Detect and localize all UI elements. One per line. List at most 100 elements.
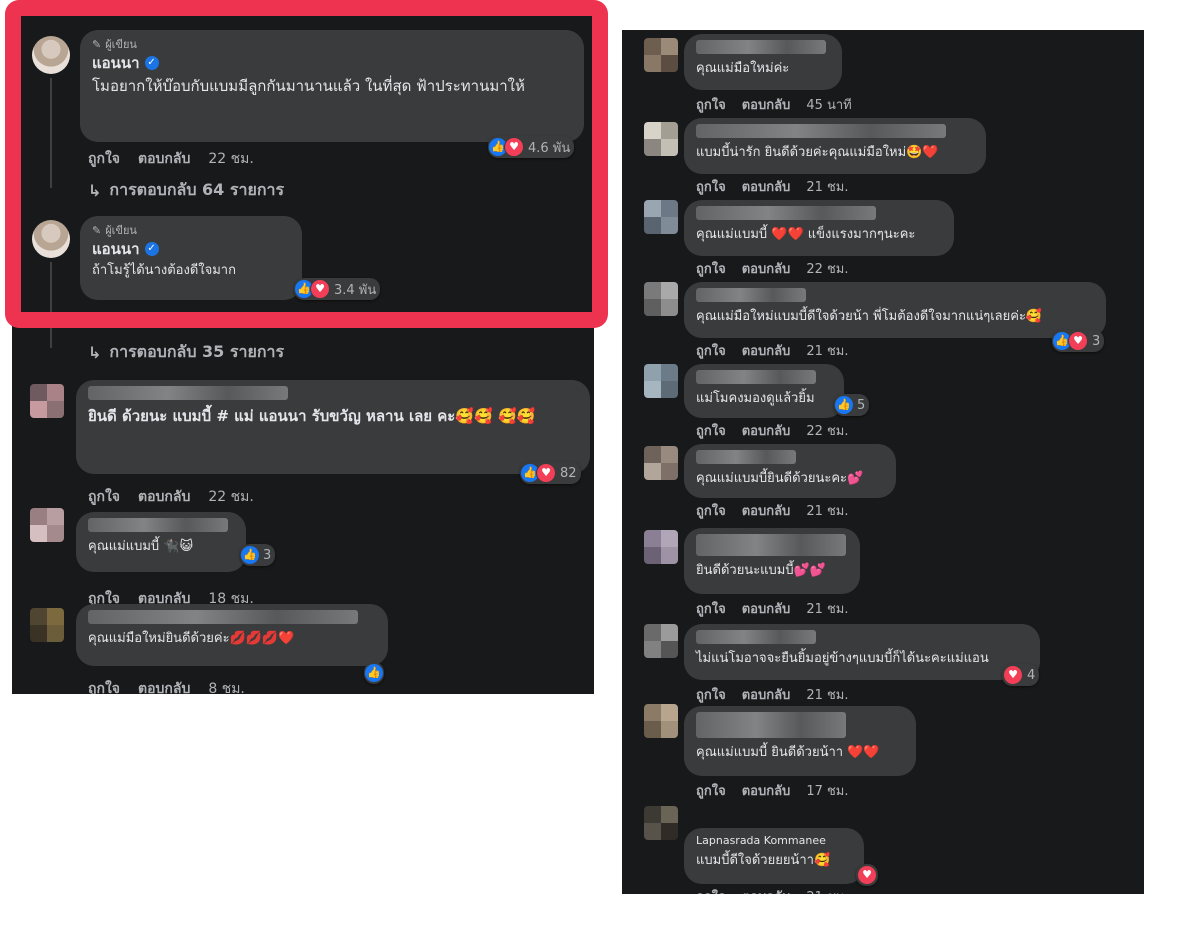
author-comment-1: ✎ ผู้เขียน แอนนา ✓ โมอยากให้บ๊อบกับแบมมี… (12, 14, 594, 214)
comment-bubble: แบมบี้น่ารัก ยินดีด้วยค่ะคุณแม่มือใหม่🤩❤… (684, 118, 986, 174)
avatar[interactable] (644, 806, 678, 840)
comment: ยินดี ด้วยนะ แบมบี้ # แม่ แอนนา รับขวัญ … (12, 376, 594, 505)
reply-button[interactable]: ตอบกลับ (742, 886, 791, 894)
comment-bubble: ไม่แน่โมอาจจะยืนยิ้มอยู่ข้างๆแบมบี้ก็ได้… (684, 624, 1040, 680)
timestamp[interactable]: 17 ชม. (806, 780, 848, 801)
avatar[interactable] (32, 220, 70, 258)
reply-button[interactable]: ตอบกลับ (742, 598, 791, 619)
comment-text: คุณแม่แบมบี้ 🐈‍⬛😺 (88, 539, 194, 554)
view-replies-link-2[interactable]: ↳ การตอบกลับ 35 รายการ (88, 340, 284, 365)
reaction-summary[interactable]: 👍 (364, 662, 384, 684)
avatar[interactable] (644, 624, 678, 658)
avatar[interactable] (644, 704, 678, 738)
blurred-author-name[interactable] (696, 40, 826, 54)
comment: Lapnasrada Kommanee แบมบี้ดีใจด้วยยยน้าา… (622, 800, 1144, 894)
blurred-author-name[interactable] (696, 534, 846, 556)
reply-button[interactable]: ตอบกลับ (138, 678, 190, 694)
comment-bubble: ✎ ผู้เขียน แอนนา ✓ โมอยากให้บ๊อบกับแบมมี… (80, 30, 584, 142)
timestamp[interactable]: 21 ชม. (806, 598, 848, 619)
comment: ยินดีด้วยนะแบมบี้💕💕 ถูกใจ ตอบกลับ 21 ชม. (622, 520, 1144, 620)
timestamp[interactable]: 8 ชม. (208, 678, 245, 694)
reaction-summary[interactable]: 👍 5 (834, 394, 870, 416)
avatar[interactable] (644, 282, 678, 316)
avatar[interactable] (30, 384, 64, 418)
reply-arrow-icon: ↳ (88, 181, 102, 200)
blurred-author-name[interactable] (88, 386, 288, 400)
blurred-author-name[interactable] (696, 712, 846, 738)
view-replies-link-1[interactable]: ↳ การตอบกลับ 64 รายการ (88, 178, 284, 203)
comment-actions: ถูกใจ ตอบกลับ 21 ชม. (696, 500, 849, 521)
blurred-author-name[interactable] (696, 124, 946, 138)
author-badge: ✎ ผู้เขียน (92, 37, 137, 52)
timestamp[interactable]: 22 ชม. (208, 148, 253, 170)
reaction-summary[interactable]: ♥ 4 (1002, 664, 1040, 686)
blurred-author-name[interactable] (696, 450, 796, 464)
like-button[interactable]: ถูกใจ (696, 94, 726, 115)
comment-bubble: คุณแม่แบมบี้ ยินดีด้วยน้าา ❤️❤️ (684, 706, 916, 776)
avatar[interactable] (30, 508, 64, 542)
comment: คุณแม่แบมบี้ ยินดีด้วยน้าา ❤️❤️ ถูกใจ ตอ… (622, 700, 1144, 800)
comment-text: ยินดี ด้วยนะ แบมบี้ # แม่ แอนนา รับขวัญ … (88, 407, 536, 425)
reply-button[interactable]: ตอบกลับ (742, 780, 791, 801)
love-icon: ♥ (536, 463, 556, 483)
author-badge: ✎ ผู้เขียน (92, 223, 137, 238)
pencil-icon: ✎ (92, 223, 102, 237)
comment-bubble: Lapnasrada Kommanee แบมบี้ดีใจด้วยยยน้าา… (684, 828, 864, 884)
reaction-summary[interactable]: 👍 ♥ 3.4 พัน (294, 278, 381, 300)
comment-actions: ถูกใจ ตอบกลับ 21 ชม. (696, 886, 849, 894)
blurred-author-name[interactable] (696, 370, 816, 384)
comment: คุณแม่มือใหม่แบมบี้ดีใจด้วยน้า พี่โมต้อง… (622, 276, 1144, 366)
comment-text: ไม่แน่โมอาจจะยืนยิ้มอยู่ข้างๆแบมบี้ก็ได้… (696, 651, 989, 666)
comment-author[interactable]: Lapnasrada Kommanee (696, 834, 852, 850)
reaction-summary[interactable]: 👍 ♥ 82 (520, 462, 581, 484)
timestamp[interactable]: 45 นาที (806, 94, 851, 115)
reply-button[interactable]: ตอบกลับ (742, 94, 791, 115)
comment: แบมบี้น่ารัก ยินดีด้วยค่ะคุณแม่มือใหม่🤩❤… (622, 114, 1144, 198)
reaction-summary[interactable]: 👍 3 (240, 544, 276, 566)
blurred-author-name[interactable] (88, 610, 358, 624)
comment-text: แบมบี้น่ารัก ยินดีด้วยค่ะคุณแม่มือใหม่🤩❤… (696, 145, 939, 160)
avatar[interactable] (644, 200, 678, 234)
avatar[interactable] (644, 446, 678, 480)
love-icon: ♥ (504, 137, 524, 157)
avatar[interactable] (30, 608, 64, 642)
comment-actions: ถูกใจ ตอบกลับ 45 นาที (696, 94, 852, 115)
comment: คุณแม่มือใหม่ยินดีด้วยค่ะ💋💋💋❤️ 👍 ถูกใจ ต… (12, 600, 594, 694)
avatar[interactable] (644, 122, 678, 156)
avatar[interactable] (644, 38, 678, 72)
blurred-author-name[interactable] (696, 288, 806, 302)
author-comment-2: ✎ ผู้เขียน แอนนา ✓ ถ้าโมรู้ได้นางต้องดีใ… (12, 210, 594, 370)
reply-button[interactable]: ตอบกลับ (742, 500, 791, 521)
comment: คุณแม่มือใหม่ค่ะ ถูกใจ ตอบกลับ 45 นาที (622, 30, 1144, 114)
blurred-author-name[interactable] (696, 206, 876, 220)
comment-author[interactable]: แอนนา ✓ (92, 52, 572, 74)
like-button[interactable]: ถูกใจ (88, 678, 120, 694)
love-icon: ♥ (1003, 665, 1023, 685)
like-button[interactable]: ถูกใจ (696, 886, 726, 894)
avatar[interactable] (32, 36, 70, 74)
blurred-author-name[interactable] (696, 630, 816, 644)
reaction-summary[interactable]: ♥ (856, 864, 878, 886)
verified-icon: ✓ (144, 56, 159, 70)
avatar[interactable] (644, 364, 678, 398)
like-icon: 👍 (241, 546, 259, 564)
timestamp[interactable]: 21 ชม. (806, 886, 848, 894)
reaction-summary[interactable]: 👍 ♥ 4.6 พัน (488, 136, 575, 158)
timestamp[interactable]: 22 ชม. (806, 420, 848, 441)
avatar[interactable] (644, 530, 678, 564)
timestamp[interactable]: 21 ชม. (806, 500, 848, 521)
like-button[interactable]: ถูกใจ (696, 780, 726, 801)
comment-text: คุณแม่มือใหม่แบมบี้ดีใจด้วยน้า พี่โมต้อง… (696, 309, 1043, 324)
like-button[interactable]: ถูกใจ (696, 420, 726, 441)
comment: แม่โมคงมองดูแล้วยิ้ม 👍 5 ถูกใจ ตอบกลับ 2… (622, 358, 1144, 442)
like-button[interactable]: ถูกใจ (696, 500, 726, 521)
blurred-author-name[interactable] (88, 518, 228, 532)
reply-button[interactable]: ตอบกลับ (138, 148, 190, 170)
reply-button[interactable]: ตอบกลับ (742, 420, 791, 441)
like-button[interactable]: ถูกใจ (88, 148, 120, 170)
like-icon: 👍 (835, 396, 853, 414)
reaction-summary[interactable]: 👍 ♥ 3 (1052, 330, 1105, 352)
like-button[interactable]: ถูกใจ (696, 598, 726, 619)
comment-author[interactable]: แอนนา ✓ (92, 238, 290, 260)
right-comments-panel: คุณแม่มือใหม่ค่ะ ถูกใจ ตอบกลับ 45 นาที แ… (622, 30, 1144, 894)
